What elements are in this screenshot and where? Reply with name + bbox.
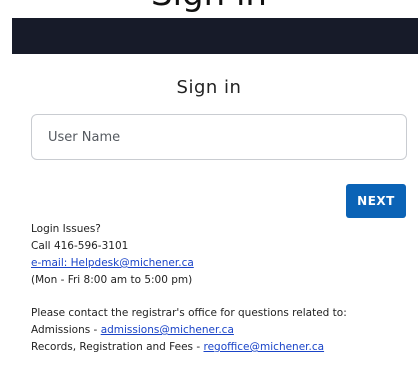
top-banner bbox=[12, 18, 418, 54]
signin-title: Sign in bbox=[176, 77, 242, 98]
records-label: Records, Registration and Fees - bbox=[31, 341, 204, 353]
admissions-email-link[interactable]: admissions@michener.ca bbox=[101, 324, 234, 336]
registrar-contact-section: Please contact the registrar's office fo… bbox=[31, 305, 411, 356]
helpdesk-hours: (Mon - Fri 8:00 am to 5:00 pm) bbox=[31, 274, 193, 286]
helpdesk-email-link[interactable]: e-mail: Helpdesk@michener.ca bbox=[31, 257, 194, 269]
page-heading-fragment: Sign in bbox=[0, 0, 418, 14]
next-button[interactable]: NEXT bbox=[346, 184, 406, 218]
username-input[interactable] bbox=[31, 114, 407, 160]
login-issues-heading: Login Issues? bbox=[31, 223, 101, 235]
records-email-link[interactable]: regoffice@michener.ca bbox=[204, 341, 325, 353]
sign-in-page: Sign in Sign in NEXT Login Issues? Call … bbox=[0, 0, 418, 371]
admissions-label: Admissions - bbox=[31, 324, 101, 336]
helpdesk-phone: Call 416-596-3101 bbox=[31, 240, 129, 252]
registrar-intro: Please contact the registrar's office fo… bbox=[31, 307, 347, 319]
login-issues-section: Login Issues? Call 416-596-3101 e-mail: … bbox=[31, 221, 411, 289]
